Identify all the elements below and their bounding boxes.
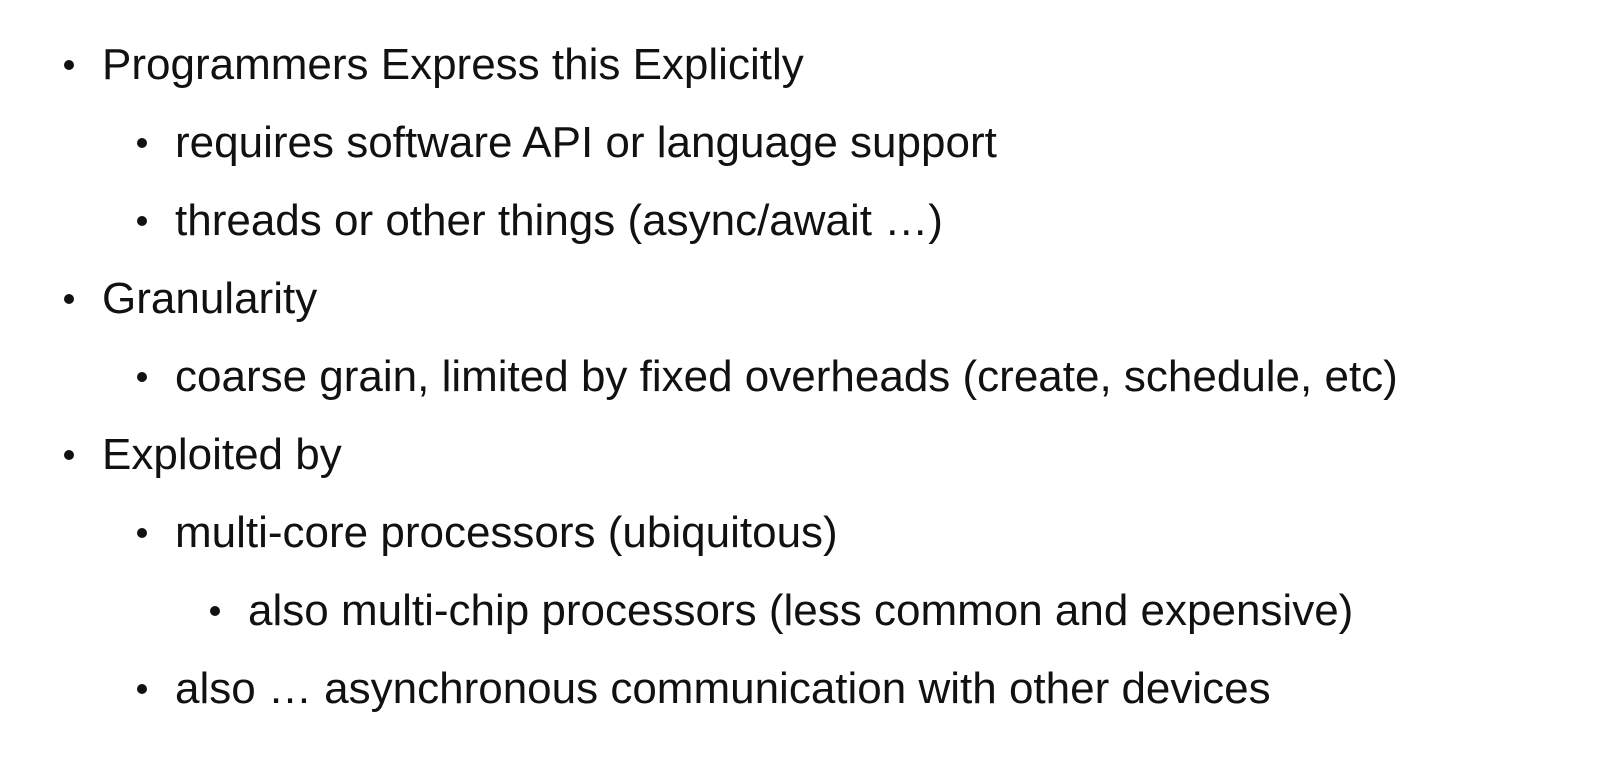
bullet-dot-icon <box>137 528 147 538</box>
bullet-dot-icon <box>137 372 147 382</box>
bullet-item-coarse-grain: coarse grain, limited by fixed overheads… <box>137 342 1398 412</box>
bullet-dot-icon <box>137 216 147 226</box>
bullet-dot-icon <box>64 294 74 304</box>
bullet-item-async-communication: also … asynchronous communication with o… <box>137 654 1271 724</box>
bullet-item-multi-chip: also multi-chip processors (less common … <box>210 576 1353 646</box>
bullet-item-granularity: Granularity <box>64 264 317 334</box>
bullet-dot-icon <box>64 60 74 70</box>
bullet-text: also multi-chip processors (less common … <box>248 586 1354 635</box>
bullet-text: coarse grain, limited by fixed overheads… <box>175 352 1398 401</box>
slide-content: Programmers Express this Explicitly requ… <box>0 0 1610 762</box>
bullet-dot-icon <box>64 450 74 460</box>
bullet-text: also … asynchronous communication with o… <box>175 664 1271 713</box>
bullet-dot-icon <box>137 138 147 148</box>
bullet-text: Granularity <box>102 274 318 323</box>
bullet-dot-icon <box>137 684 147 694</box>
bullet-item-exploited-by: Exploited by <box>64 420 342 490</box>
bullet-dot-icon <box>210 606 220 616</box>
bullet-item-software-api: requires software API or language suppor… <box>137 108 997 178</box>
bullet-text: multi-core processors (ubiquitous) <box>175 508 838 557</box>
bullet-item-programmers-express: Programmers Express this Explicitly <box>64 30 804 100</box>
bullet-text: Programmers Express this Explicitly <box>102 40 804 89</box>
bullet-text: requires software API or language suppor… <box>175 118 997 167</box>
bullet-text: threads or other things (async/await …) <box>175 196 943 245</box>
bullet-item-multi-core: multi-core processors (ubiquitous) <box>137 498 838 568</box>
bullet-text: Exploited by <box>102 430 342 479</box>
bullet-item-threads: threads or other things (async/await …) <box>137 186 943 256</box>
